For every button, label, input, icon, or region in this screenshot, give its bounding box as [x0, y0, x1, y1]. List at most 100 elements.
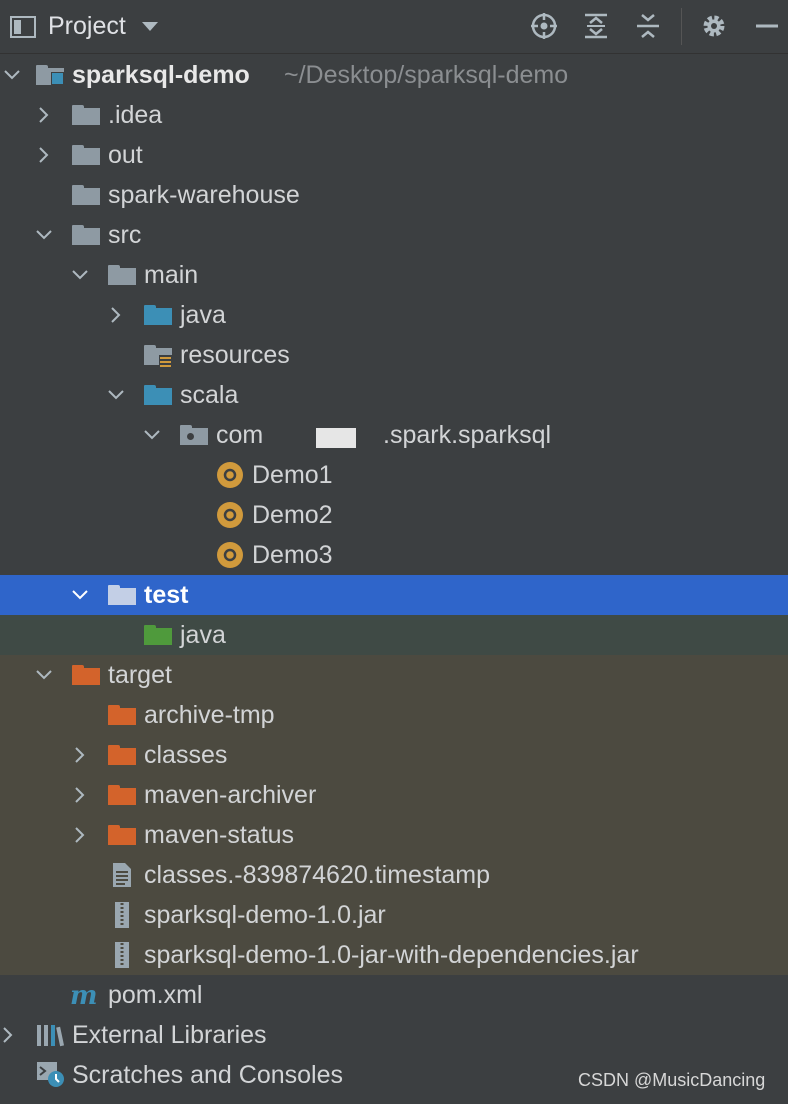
folder-label: classes: [144, 741, 228, 769]
tree-row-demo3[interactable]: Demo3: [0, 535, 788, 575]
chevron-down-icon[interactable]: [140, 415, 164, 455]
excluded-folder-icon: [108, 695, 136, 735]
module-folder-icon: [36, 55, 64, 95]
chevron-down-icon[interactable]: [68, 575, 92, 615]
excluded-folder-icon: [108, 735, 136, 775]
file-label: sparksql-demo-1.0.jar: [144, 901, 386, 929]
root-module-path: ~/Desktop/sparksql-demo: [284, 61, 569, 89]
tree-row-package[interactable]: com .spark.sparksql: [0, 415, 788, 455]
chevron-right-icon[interactable]: [32, 95, 56, 135]
folder-label: java: [180, 621, 226, 649]
file-label: classes.-839874620.timestamp: [144, 861, 491, 889]
chevron-right-icon[interactable]: [0, 1015, 20, 1055]
tree-row-resources[interactable]: resources: [0, 335, 788, 375]
tree-row-main[interactable]: main: [0, 255, 788, 295]
tree-row-src[interactable]: src: [0, 215, 788, 255]
chevron-right-icon[interactable]: [68, 735, 92, 775]
folder-label: scala: [180, 381, 239, 409]
resources-folder-icon: [144, 335, 172, 375]
project-view-selector[interactable]: Project: [10, 0, 158, 53]
tree-row-java-main[interactable]: java: [0, 295, 788, 335]
tree-row-demo1[interactable]: Demo1: [0, 455, 788, 495]
excluded-folder-icon: [108, 775, 136, 815]
tree-row-demo2[interactable]: Demo2: [0, 495, 788, 535]
test-source-folder-icon: [144, 615, 172, 655]
folder-label: archive-tmp: [144, 701, 275, 729]
folder-label: java: [180, 301, 226, 329]
collapse-all-icon[interactable]: [633, 11, 663, 41]
chevron-down-icon[interactable]: [68, 255, 92, 295]
file-label: Demo2: [252, 501, 333, 529]
svg-text:m: m: [70, 983, 98, 1007]
chevron-down-icon[interactable]: [104, 375, 128, 415]
folder-icon: [72, 135, 100, 175]
archive-file-icon: [114, 895, 130, 935]
folder-label: .idea: [108, 101, 163, 129]
gear-icon[interactable]: [699, 11, 729, 41]
tree-row-maven-archiver[interactable]: maven-archiver: [0, 775, 788, 815]
archive-file-icon: [114, 935, 130, 975]
tree-row-archive-tmp[interactable]: archive-tmp: [0, 695, 788, 735]
text-file-icon: [112, 855, 132, 895]
maven-icon: m: [70, 975, 102, 1015]
tree-row-jar2[interactable]: sparksql-demo-1.0-jar-with-dependencies.…: [0, 935, 788, 975]
root-module-name: sparksql-demo: [72, 61, 250, 89]
tree-row-test[interactable]: test: [0, 575, 788, 615]
chevron-right-icon[interactable]: [68, 815, 92, 855]
folder-label: resources: [180, 341, 290, 369]
folder-label: target: [108, 661, 172, 689]
expand-all-icon[interactable]: [581, 11, 611, 41]
folder-icon: [108, 575, 136, 615]
scala-object-icon: [216, 455, 244, 495]
node-label: Scratches and Consoles: [72, 1061, 343, 1089]
scala-object-icon: [216, 535, 244, 575]
tree-row-idea[interactable]: .idea: [0, 95, 788, 135]
tree-row-external-libraries[interactable]: External Libraries: [0, 1015, 788, 1055]
tree-row-root[interactable]: sparksql-demo ~/Desktop/sparksql-demo: [0, 55, 788, 95]
scratches-icon: [36, 1055, 66, 1095]
folder-label: src: [108, 221, 142, 249]
tree-row-target[interactable]: target: [0, 655, 788, 695]
project-toolbar: Project: [0, 0, 788, 54]
package-name-prefix: com: [216, 421, 264, 449]
dropdown-chevron-icon[interactable]: [141, 22, 158, 31]
excluded-folder-icon: [72, 655, 100, 695]
toolbar-separator: [681, 8, 682, 45]
redaction-mask: [316, 428, 356, 448]
chevron-right-icon[interactable]: [32, 135, 56, 175]
project-panel-icon: [10, 15, 36, 38]
chevron-down-icon[interactable]: [0, 55, 24, 95]
chevron-right-icon[interactable]: [104, 295, 128, 335]
source-folder-icon: [144, 375, 172, 415]
folder-label: maven-status: [144, 821, 295, 849]
folder-icon: [108, 255, 136, 295]
tree-row-out[interactable]: out: [0, 135, 788, 175]
tree-row-timestamp[interactable]: classes.-839874620.timestamp: [0, 855, 788, 895]
tree-row-maven-status[interactable]: maven-status: [0, 815, 788, 855]
watermark: CSDN @MusicDancing: [578, 1070, 766, 1090]
folder-label: spark-warehouse: [108, 181, 300, 209]
project-title: Project: [48, 12, 126, 40]
excluded-folder-icon: [108, 815, 136, 855]
tree-row-scala[interactable]: scala: [0, 375, 788, 415]
tree-row-spark-warehouse[interactable]: spark-warehouse: [0, 175, 788, 215]
chevron-right-icon[interactable]: [68, 775, 92, 815]
file-label: sparksql-demo-1.0-jar-with-dependencies.…: [144, 941, 639, 969]
library-icon: [36, 1015, 64, 1055]
folder-icon: [72, 95, 100, 135]
source-folder-icon: [144, 295, 172, 335]
folder-label: main: [144, 261, 199, 289]
tree-row-jar1[interactable]: sparksql-demo-1.0.jar: [0, 895, 788, 935]
chevron-down-icon[interactable]: [32, 215, 56, 255]
locate-icon[interactable]: [529, 11, 559, 41]
tree-row-pom[interactable]: m pom.xml: [0, 975, 788, 1015]
tree-row-java-test[interactable]: java: [0, 615, 788, 655]
hide-icon[interactable]: [752, 11, 782, 41]
folder-icon: [72, 175, 100, 215]
folder-icon: [72, 215, 100, 255]
folder-label: test: [144, 581, 189, 609]
file-label: pom.xml: [108, 981, 203, 1009]
package-name-suffix: .spark.sparksql: [383, 421, 552, 449]
chevron-down-icon[interactable]: [32, 655, 56, 695]
tree-row-classes[interactable]: classes: [0, 735, 788, 775]
